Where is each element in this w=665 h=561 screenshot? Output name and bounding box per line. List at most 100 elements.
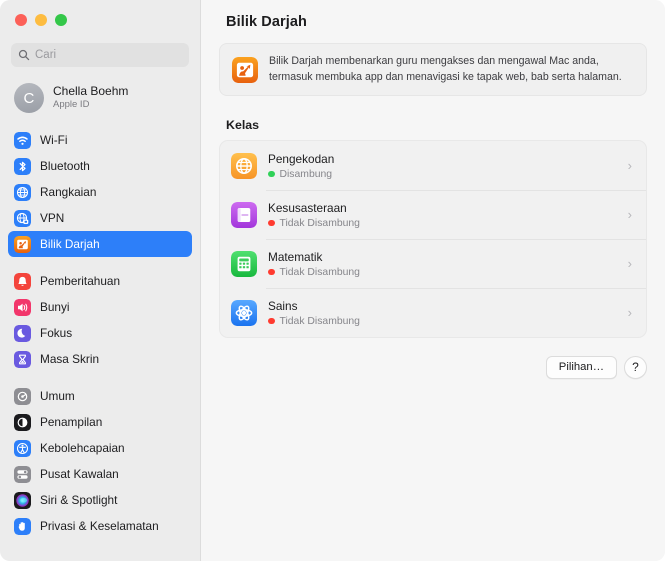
help-button[interactable]: ? xyxy=(624,355,647,379)
list-item-text: Sains Tidak Disambung xyxy=(268,299,628,327)
system-settings-window: C Chella Boehm Apple ID xyxy=(0,0,665,561)
sidebar-item-focus[interactable]: Fokus xyxy=(8,320,192,346)
list-item[interactable]: Matematik Tidak Disambung › xyxy=(220,239,646,288)
chevron-right-icon[interactable]: › xyxy=(628,208,636,221)
sidebar-item-label: Siri & Spotlight xyxy=(40,493,118,507)
sidebar-item-notifications[interactable]: Pemberitahuan xyxy=(8,268,192,294)
status-label: Tidak Disambung xyxy=(279,217,360,229)
sidebar-item-appearance[interactable]: Penampilan xyxy=(8,409,192,435)
account-text: Chella Boehm Apple ID xyxy=(53,84,129,111)
footer-buttons: Pilihan… ? xyxy=(545,355,647,379)
section-title: Kelas xyxy=(226,118,260,133)
list-item-text: Kesusasteraan Tidak Disambung xyxy=(268,201,628,229)
chevron-right-icon[interactable]: › xyxy=(628,306,636,319)
sidebar-item-control-center[interactable]: Pusat Kawalan xyxy=(8,461,192,487)
sidebar-item-label: VPN xyxy=(40,211,65,225)
sidebar-group-alerts: Pemberitahuan Bunyi Fokus Masa Skrin xyxy=(8,268,192,372)
sidebar-item-label: Privasi & Keselamatan xyxy=(40,519,159,533)
sidebar-item-label: Masa Skrin xyxy=(40,352,100,366)
status-badge: Tidak Disambung xyxy=(268,218,628,229)
account-subtitle: Apple ID xyxy=(53,98,90,110)
sidebar-item-label: Bilik Darjah xyxy=(40,237,100,251)
sidebar-item-bluetooth[interactable]: Bluetooth xyxy=(8,153,192,179)
classroom-icon xyxy=(232,56,258,83)
search-icon xyxy=(18,49,30,61)
sidebar-item-label: Penampilan xyxy=(40,415,103,429)
class-list: Pengekodan Disambung › Kesusasteraan Tid… xyxy=(219,140,647,339)
siri-icon xyxy=(14,491,31,509)
sidebar-group-network: Wi-Fi Bluetooth Rangkaian VPN Bilik Darj… xyxy=(8,127,192,257)
sidebar-item-general[interactable]: Umum xyxy=(8,383,192,409)
status-badge: Tidak Disambung xyxy=(268,316,628,327)
search-input[interactable] xyxy=(35,49,182,61)
minimize-window-button[interactable] xyxy=(35,14,47,26)
list-item[interactable]: Kesusasteraan Tidak Disambung › xyxy=(220,190,646,239)
hourglass-icon xyxy=(14,350,31,368)
account-row[interactable]: C Chella Boehm Apple ID xyxy=(8,77,192,119)
status-badge: Tidak Disambung xyxy=(268,267,628,278)
sidebar: C Chella Boehm Apple ID xyxy=(0,0,201,561)
chevron-right-icon[interactable]: › xyxy=(628,257,636,270)
account-name: Chella Boehm xyxy=(53,84,129,99)
appearance-icon xyxy=(14,413,31,431)
sidebar-item-label: Fokus xyxy=(40,326,73,340)
bell-icon xyxy=(14,272,31,290)
sidebar-item-label: Pusat Kawalan xyxy=(40,467,119,481)
status-dot xyxy=(268,170,275,178)
sidebar-nav: Wi-Fi Bluetooth Rangkaian VPN Bilik Darj… xyxy=(0,127,200,539)
sidebar-item-label: Umum xyxy=(40,389,75,403)
sidebar-item-wifi[interactable]: Wi-Fi xyxy=(8,127,192,153)
globe-icon xyxy=(231,152,257,179)
wifi-icon xyxy=(14,131,31,149)
banner-text: Bilik Darjah membenarkan guru mengakses … xyxy=(269,55,622,83)
info-banner: Bilik Darjah membenarkan guru mengakses … xyxy=(219,43,647,97)
control-center-icon xyxy=(14,465,31,483)
sidebar-item-label: Kebolehcapaian xyxy=(40,441,125,455)
main-content: Bilik Darjah Bilik Darjah membenarkan gu… xyxy=(201,0,665,561)
list-item-text: Pengekodan Disambung xyxy=(268,152,628,180)
avatar: C xyxy=(14,83,44,113)
sidebar-item-label: Bunyi xyxy=(40,300,70,314)
status-badge: Disambung xyxy=(268,169,628,180)
sidebar-item-classroom[interactable]: Bilik Darjah xyxy=(8,231,192,257)
network-icon xyxy=(14,183,31,201)
moon-icon xyxy=(14,324,31,342)
sidebar-item-accessibility[interactable]: Kebolehcapaian xyxy=(8,435,192,461)
search-field[interactable] xyxy=(11,43,189,67)
options-button[interactable]: Pilihan… xyxy=(545,355,617,379)
class-name: Pengekodan xyxy=(268,151,335,166)
status-dot xyxy=(268,268,275,276)
sidebar-item-vpn[interactable]: VPN xyxy=(8,205,192,231)
list-item[interactable]: Sains Tidak Disambung › xyxy=(220,288,646,337)
window-traffic-lights xyxy=(0,0,200,28)
classroom-icon xyxy=(14,235,31,253)
status-label: Disambung xyxy=(279,168,333,180)
maximize-window-button[interactable] xyxy=(55,14,67,26)
sidebar-item-siri-spotlight[interactable]: Siri & Spotlight xyxy=(8,487,192,513)
class-name: Matematik xyxy=(268,249,323,264)
calculator-icon xyxy=(231,250,257,277)
sidebar-item-label: Rangkaian xyxy=(40,185,97,199)
status-label: Tidak Disambung xyxy=(279,315,360,327)
sidebar-item-label: Wi-Fi xyxy=(40,133,68,147)
close-window-button[interactable] xyxy=(15,14,27,26)
accessibility-icon xyxy=(14,439,31,457)
privacy-hand-icon xyxy=(14,517,31,535)
sidebar-item-label: Pemberitahuan xyxy=(40,274,121,288)
list-item[interactable]: Pengekodan Disambung › xyxy=(220,141,646,190)
gear-icon xyxy=(14,387,31,405)
status-dot xyxy=(268,317,275,325)
list-item-text: Matematik Tidak Disambung xyxy=(268,250,628,278)
page-title: Bilik Darjah xyxy=(226,14,307,30)
sidebar-item-screen-time[interactable]: Masa Skrin xyxy=(8,346,192,372)
vpn-icon xyxy=(14,209,31,227)
sidebar-item-network[interactable]: Rangkaian xyxy=(8,179,192,205)
status-label: Tidak Disambung xyxy=(279,266,360,278)
chevron-right-icon[interactable]: › xyxy=(628,159,636,172)
sidebar-item-sound[interactable]: Bunyi xyxy=(8,294,192,320)
bluetooth-icon xyxy=(14,157,31,175)
book-icon xyxy=(231,201,257,228)
sidebar-item-label: Bluetooth xyxy=(40,159,90,173)
class-name: Kesusasteraan xyxy=(268,200,347,215)
sidebar-item-privacy-security[interactable]: Privasi & Keselamatan xyxy=(8,513,192,539)
